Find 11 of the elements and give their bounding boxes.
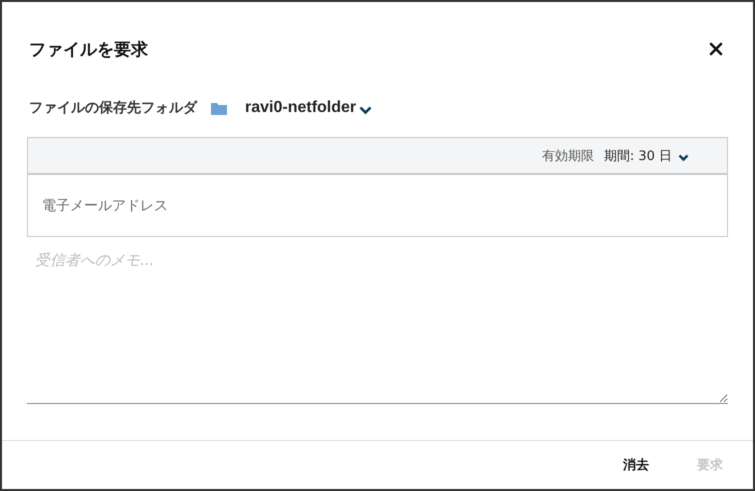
expiration-label: 有効期限 <box>542 148 594 164</box>
expiration-period[interactable]: 期間: 30 日 <box>604 146 672 164</box>
chevron-down-icon[interactable] <box>359 106 372 114</box>
folder-icon <box>211 102 227 114</box>
footer-button[interactable]: 消去 <box>603 450 669 480</box>
folder-label: ファイルの保存先フォルダ <box>29 99 197 117</box>
close-icon[interactable] <box>709 42 723 56</box>
chevron-down-icon[interactable] <box>678 154 689 162</box>
dialog-title: ファイルを要求 <box>29 38 148 60</box>
folder-name[interactable]: ravi0-netfolder <box>245 99 356 117</box>
email-field[interactable]: 電子メールアドレス <box>27 175 728 237</box>
